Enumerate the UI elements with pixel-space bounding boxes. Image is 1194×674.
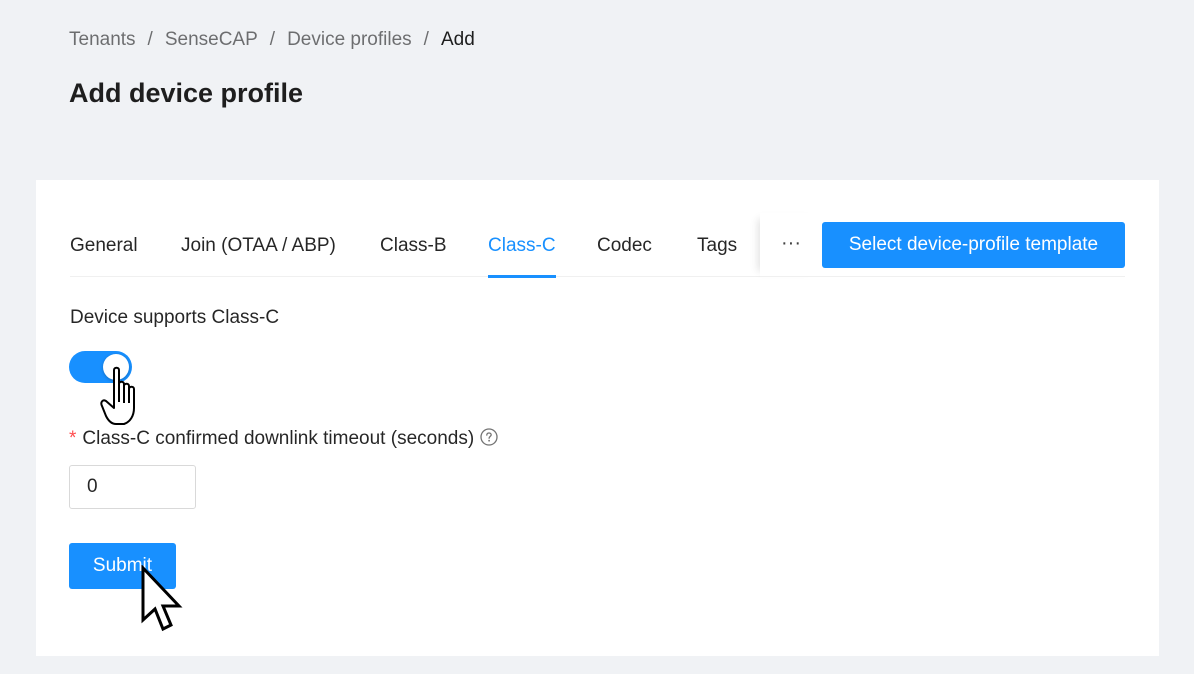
breadcrumb-separator: / — [423, 29, 429, 50]
page-title: Add device profile — [69, 78, 304, 108]
timeout-input[interactable] — [69, 465, 196, 509]
tabs-more-button[interactable]: ··· — [760, 213, 822, 277]
breadcrumb: Tenants / SenseCAP / Device profiles / A… — [69, 29, 475, 51]
timeout-label-text: Class-C confirmed downlink timeout (seco… — [82, 428, 475, 449]
breadcrumb-item-tenants[interactable]: Tenants — [69, 29, 136, 51]
tab-codec[interactable]: Codec — [597, 213, 652, 277]
breadcrumb-item-device-profiles[interactable]: Device profiles — [287, 29, 412, 51]
question-circle-icon[interactable] — [480, 428, 498, 446]
tab-general[interactable]: General — [70, 213, 138, 277]
form-card: General Join (OTAA / ABP) Class-B Class-… — [36, 180, 1159, 656]
breadcrumb-separator: / — [147, 29, 153, 50]
timeout-field-label: * Class-C confirmed downlink timeout (sec… — [69, 428, 498, 450]
class-c-support-label: Device supports Class-C — [70, 307, 280, 328]
select-template-button[interactable]: Select device-profile template — [822, 222, 1125, 268]
tab-tags[interactable]: Tags — [697, 213, 737, 277]
tab-class-b[interactable]: Class-B — [380, 213, 447, 277]
arrow-pointer-icon — [141, 565, 183, 632]
breadcrumb-separator: / — [269, 29, 276, 50]
tab-class-c[interactable]: Class-C — [488, 213, 556, 278]
breadcrumb-item-add: Add — [440, 29, 475, 50]
hand-pointer-icon — [100, 366, 135, 425]
required-mark: * — [69, 428, 77, 449]
tab-join[interactable]: Join (OTAA / ABP) — [181, 213, 336, 277]
breadcrumb-item-sensecap[interactable]: SenseCAP — [165, 29, 258, 51]
